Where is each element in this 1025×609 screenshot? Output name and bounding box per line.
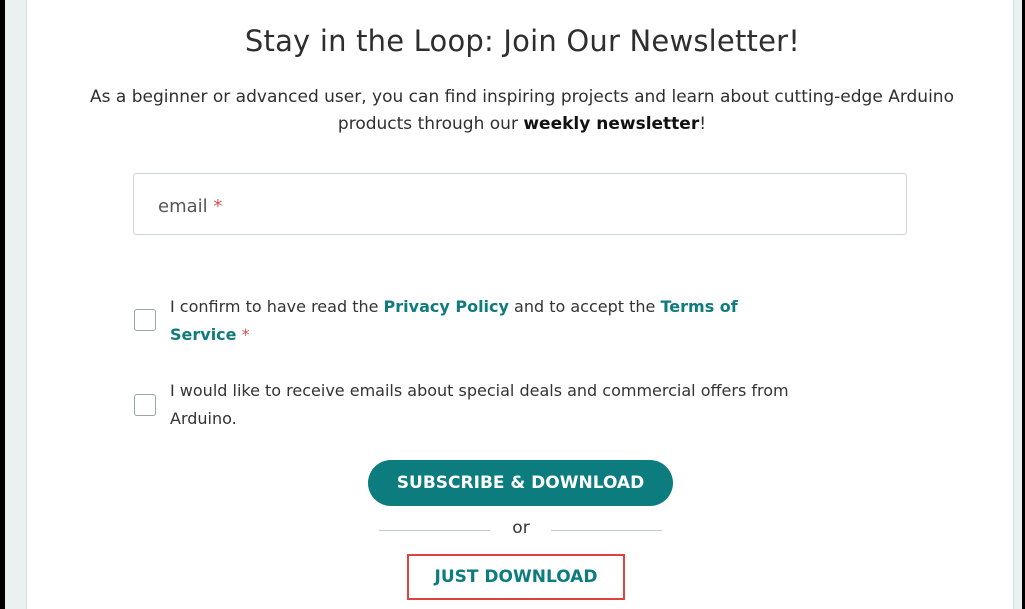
newsletter-title: Stay in the Loop: Join Our Newsletter! <box>244 24 801 58</box>
consent-text-2: and to accept the <box>508 297 661 316</box>
privacy-consent-label: I confirm to have read the Privacy Polic… <box>170 293 770 349</box>
privacy-policy-link[interactable]: Privacy Policy <box>384 297 509 316</box>
subscribe-download-button[interactable]: SUBSCRIBE & DOWNLOAD <box>368 460 673 506</box>
privacy-consent-checkbox[interactable] <box>134 309 156 331</box>
newsletter-subtitle: As a beginner or advanced user, you can … <box>82 84 962 138</box>
or-divider-right <box>551 530 662 531</box>
or-separator-text: or <box>512 518 530 538</box>
offers-consent-checkbox[interactable] <box>134 394 156 416</box>
page-gutter-left <box>5 0 27 609</box>
email-placeholder-text: email <box>158 196 208 217</box>
required-marker: * <box>213 196 223 217</box>
subtitle-end: ! <box>699 114 707 134</box>
consent-text-1: I confirm to have read the <box>170 297 384 316</box>
subtitle-bold-text: weekly newsletter <box>523 114 700 134</box>
subtitle-text: As a beginner or advanced user, you can … <box>90 87 954 134</box>
offers-consent-label: I would like to receive emails about spe… <box>170 381 789 428</box>
consent-required-marker: * <box>241 325 250 344</box>
or-divider-left <box>379 530 490 531</box>
just-download-button[interactable]: JUST DOWNLOAD <box>407 554 625 600</box>
email-field[interactable]: email * <box>133 173 907 235</box>
email-placeholder: email * <box>158 196 222 217</box>
